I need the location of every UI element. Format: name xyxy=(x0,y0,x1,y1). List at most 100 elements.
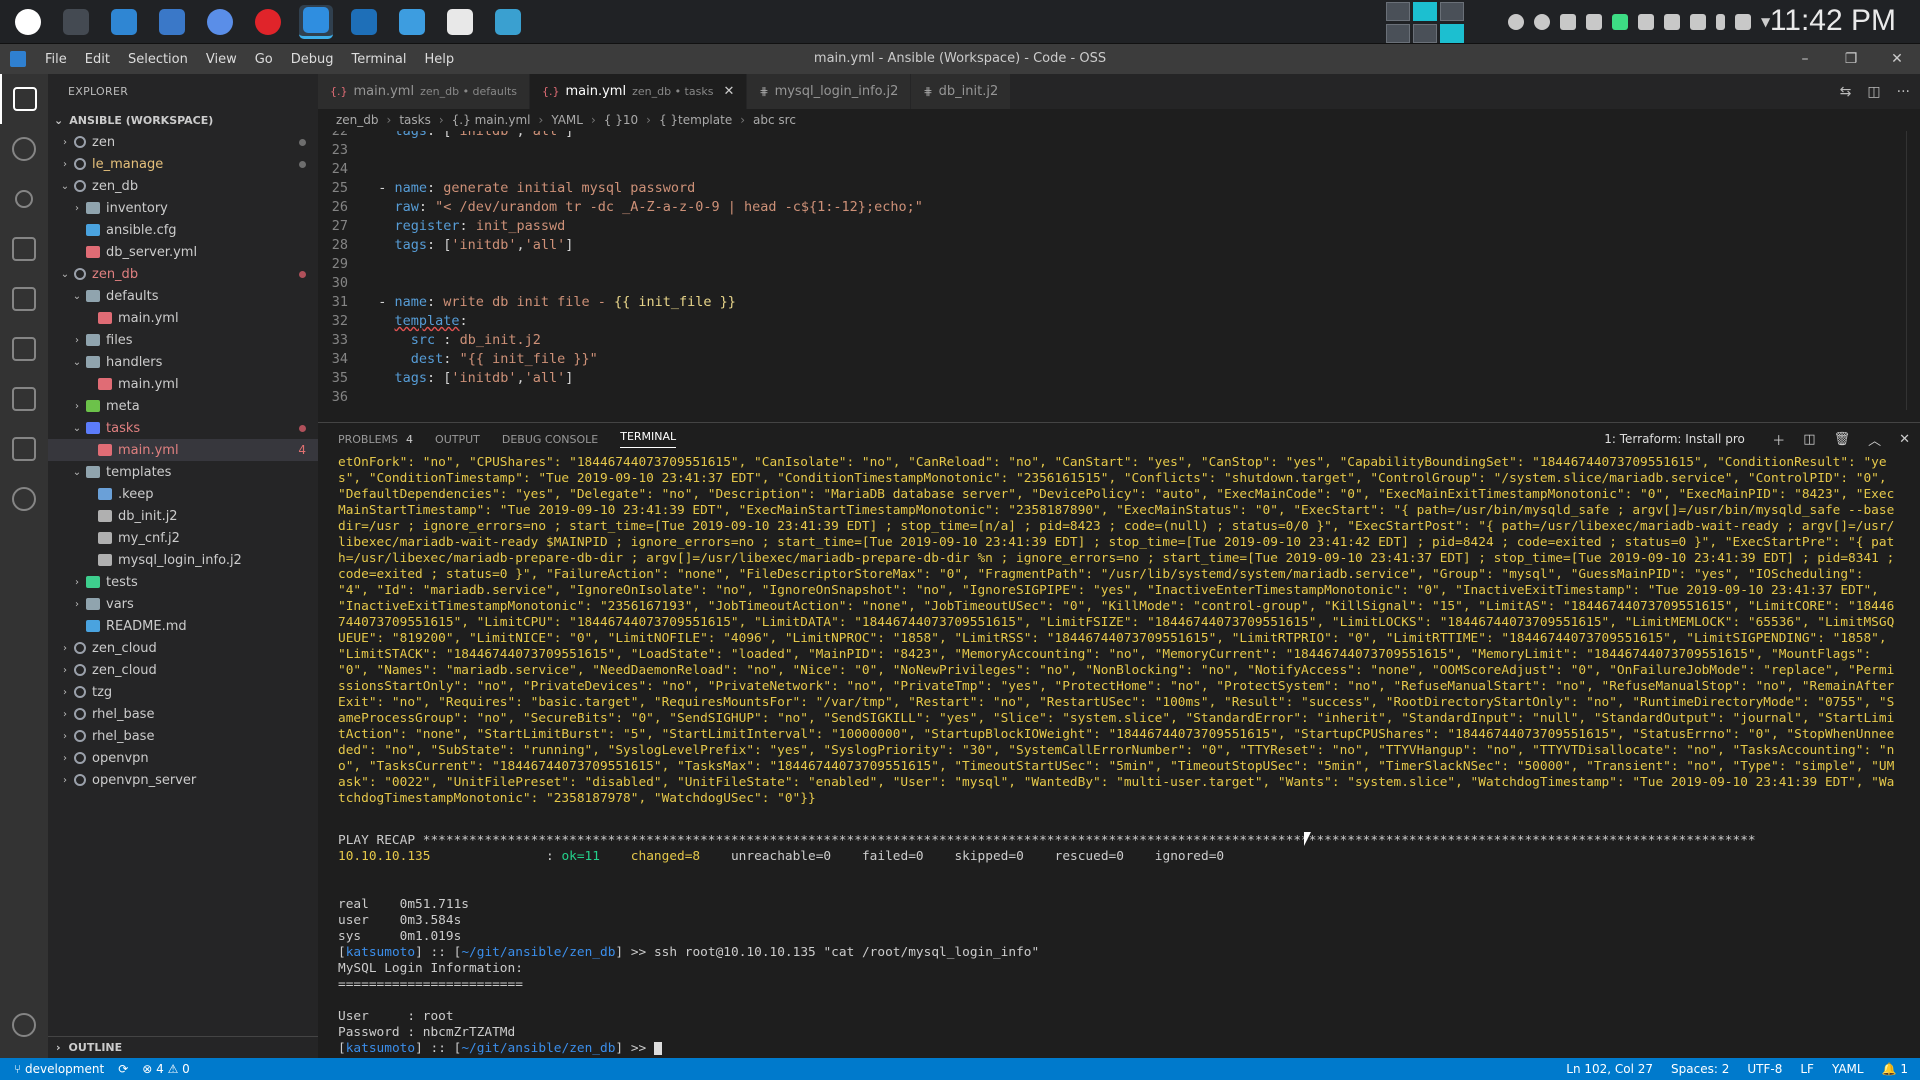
terminal[interactable]: etOnFork": "no", "CPUShares": "184467440… xyxy=(338,455,1900,1055)
debug-activity[interactable] xyxy=(0,224,48,274)
menu-help[interactable]: Help xyxy=(415,52,463,67)
tree-item[interactable]: › le_manage xyxy=(48,153,318,175)
tree-item[interactable]: › meta xyxy=(48,395,318,417)
kdeconnect-icon[interactable] xyxy=(1638,14,1654,30)
tree-item[interactable]: my_cnf.j2 xyxy=(48,527,318,549)
microphone-icon[interactable] xyxy=(1560,14,1576,30)
tree-item[interactable]: .keep xyxy=(48,483,318,505)
tree-item[interactable]: db_server.yml xyxy=(48,241,318,263)
breadcrumb-item[interactable]: YAML xyxy=(551,113,583,127)
menu-edit[interactable]: Edit xyxy=(76,52,119,67)
explorer-activity[interactable] xyxy=(0,74,48,124)
cloud-icon[interactable] xyxy=(1586,14,1602,30)
tree-item[interactable]: › zen_cloud xyxy=(48,637,318,659)
network-icon[interactable] xyxy=(491,5,525,39)
notifications[interactable]: 🔔 1 xyxy=(1882,1062,1908,1076)
settings-activity[interactable] xyxy=(0,1000,48,1050)
media-play-icon[interactable] xyxy=(1534,14,1550,30)
breadcrumb-item[interactable]: tasks xyxy=(399,113,431,127)
krdc-icon[interactable] xyxy=(395,5,429,39)
menu-go[interactable]: Go xyxy=(246,52,282,67)
menu-file[interactable]: File xyxy=(36,52,76,67)
clipboard-icon[interactable] xyxy=(1508,14,1524,30)
thunderbird-icon[interactable] xyxy=(155,5,189,39)
maximize-panel-icon[interactable]: ︿ xyxy=(1868,430,1881,449)
panel-tab-output[interactable]: OUTPUT xyxy=(435,433,480,446)
terminal-select[interactable]: 1: Terraform: Install pro xyxy=(1604,432,1755,446)
tree-item[interactable]: › files xyxy=(48,329,318,351)
outline-section[interactable]: › OUTLINE xyxy=(48,1036,318,1058)
split-editor-icon[interactable]: ◫ xyxy=(1867,84,1880,100)
tree-item[interactable]: ⌄ zen_db xyxy=(48,175,318,197)
end-of-line[interactable]: LF xyxy=(1800,1062,1814,1076)
breadcrumb-item[interactable]: { }10 xyxy=(604,113,638,127)
editor-tab[interactable]: ⋕ mysql_login_info.j2 xyxy=(747,74,912,109)
desktop-5[interactable] xyxy=(1413,24,1437,43)
open-changes-icon[interactable]: ⇆ xyxy=(1840,84,1852,100)
tree-item[interactable]: main.yml xyxy=(48,307,318,329)
kubernetes-activity[interactable] xyxy=(0,424,48,474)
tree-item[interactable]: main.yml 4 xyxy=(48,439,318,461)
desktop-2[interactable] xyxy=(1413,2,1437,21)
close-window-button[interactable]: ✕ xyxy=(1874,44,1920,74)
tree-item[interactable]: ansible.cfg xyxy=(48,219,318,241)
breadcrumb-item[interactable]: abc src xyxy=(753,113,796,127)
tree-item[interactable]: › tests xyxy=(48,571,318,593)
tree-item[interactable]: › rhel_base xyxy=(48,703,318,725)
close-panel-icon[interactable]: ✕ xyxy=(1899,432,1910,447)
tree-item[interactable]: › openvpn xyxy=(48,747,318,769)
desktop-3[interactable] xyxy=(1440,2,1464,21)
new-terminal-icon[interactable]: ＋ xyxy=(1772,430,1785,449)
trash-icon[interactable]: 🗑 xyxy=(1834,432,1851,447)
text-editor-icon[interactable] xyxy=(443,5,477,39)
close-tab-icon[interactable]: ✕ xyxy=(723,84,734,99)
editor-tab[interactable]: {.} main.yml zen_db • tasks ✕ xyxy=(530,74,748,109)
virtual-desktop-pager[interactable] xyxy=(1386,2,1464,43)
tree-item[interactable]: ⌄ templates xyxy=(48,461,318,483)
tree-item[interactable]: › openvpn_server xyxy=(48,769,318,791)
workspace-header[interactable]: ⌄ ANSIBLE (WORKSPACE) xyxy=(48,109,318,131)
tree-item[interactable]: › vars xyxy=(48,593,318,615)
clock[interactable]: 11:42 PM xyxy=(1770,4,1896,38)
menu-debug[interactable]: Debug xyxy=(282,52,343,67)
app-launcher-icon[interactable] xyxy=(11,5,45,39)
indentation[interactable]: Spaces: 2 xyxy=(1671,1062,1729,1076)
display-icon[interactable] xyxy=(1690,14,1706,30)
breadcrumb-item[interactable]: { }template xyxy=(659,113,732,127)
tree-item[interactable]: ⌄ zen_db xyxy=(48,263,318,285)
breadcrumb-item[interactable]: {.} main.yml xyxy=(452,113,531,127)
more-actions-icon[interactable]: ··· xyxy=(1897,84,1910,100)
terminal-icon[interactable] xyxy=(59,5,93,39)
split-terminal-icon[interactable]: ◫ xyxy=(1803,432,1815,447)
volume-icon[interactable] xyxy=(1735,14,1751,30)
desktop-1[interactable] xyxy=(1386,2,1410,21)
opera-icon[interactable] xyxy=(251,5,285,39)
panel-tab-terminal[interactable]: TERMINAL xyxy=(620,430,677,448)
tree-item[interactable]: ⌄ tasks xyxy=(48,417,318,439)
file-manager-icon[interactable] xyxy=(107,5,141,39)
tree-item[interactable]: ⌄ handlers xyxy=(48,351,318,373)
cursor-position[interactable]: Ln 102, Col 27 xyxy=(1566,1062,1653,1076)
editor-scrollbar[interactable] xyxy=(1906,131,1920,410)
menu-selection[interactable]: Selection xyxy=(119,52,197,67)
battery-icon[interactable] xyxy=(1716,14,1725,30)
chromium-icon[interactable] xyxy=(203,5,237,39)
breadcrumb-item[interactable]: zen_db xyxy=(336,113,379,127)
desktop-4[interactable] xyxy=(1386,24,1410,43)
tree-item[interactable]: db_init.j2 xyxy=(48,505,318,527)
printer-icon[interactable] xyxy=(1664,14,1680,30)
minimize-button[interactable]: – xyxy=(1782,44,1828,74)
tree-item[interactable]: › zen xyxy=(48,131,318,153)
panel-tab-problems[interactable]: PROBLEMS 4 xyxy=(338,433,413,446)
problems-status[interactable]: ⊗ 4 ⚠ 0 xyxy=(142,1062,190,1076)
tree-item[interactable]: main.yml xyxy=(48,373,318,395)
tree-item[interactable]: › tzg xyxy=(48,681,318,703)
menu-terminal[interactable]: Terminal xyxy=(343,52,416,67)
search-activity[interactable] xyxy=(0,124,48,174)
tree-item[interactable]: › zen_cloud xyxy=(48,659,318,681)
tree-item[interactable]: README.md xyxy=(48,615,318,637)
tree-item[interactable]: mysql_login_info.j2 xyxy=(48,549,318,571)
sync-icon[interactable]: ⟳ xyxy=(118,1062,128,1076)
encoding[interactable]: UTF-8 xyxy=(1747,1062,1782,1076)
panel-tab-debug-console[interactable]: DEBUG CONSOLE xyxy=(502,433,598,446)
